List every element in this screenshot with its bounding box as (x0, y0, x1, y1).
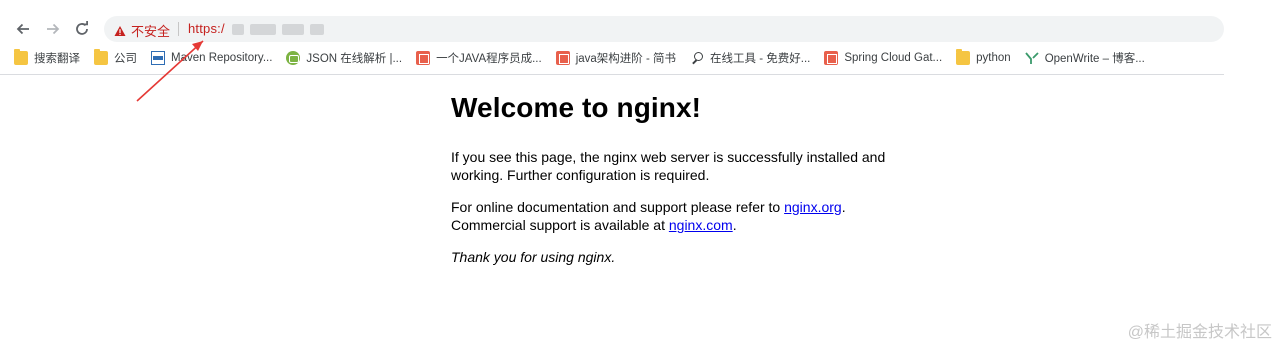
bookmark-label: 公司 (114, 53, 137, 65)
security-indicator[interactable]: 不安全 (114, 21, 170, 40)
bookmark-label: Maven Repository... (171, 52, 273, 64)
bookmark-label: 一个JAVA程序员成... (436, 53, 542, 65)
nginx-com-link[interactable]: nginx.com (669, 217, 733, 233)
bookmark-item[interactable]: 一个JAVA程序员成... (416, 48, 542, 68)
json-icon (286, 51, 301, 65)
bookmark-item[interactable]: OpenWrite – 博客... (1024, 48, 1145, 68)
back-button[interactable] (11, 17, 35, 41)
bookmarks-bar: 搜索翻译 公司 Maven Repository... JSON 在线解析 |.… (14, 48, 1159, 68)
arrow-right-icon (47, 23, 60, 35)
openwrite-icon (1024, 52, 1039, 64)
bookmark-item[interactable]: java架构进阶 - 简书 (555, 48, 677, 68)
arrow-left-icon (16, 23, 29, 35)
maven-icon (151, 51, 165, 65)
docs-text: . (841, 199, 846, 215)
redacted-url (282, 24, 304, 35)
bookmark-item[interactable]: 搜索翻译 (14, 48, 80, 68)
watermark: @稀土掘金技术社区 (1127, 324, 1272, 341)
bookmark-label: python (976, 52, 1011, 64)
docs-text: For online documentation and support ple… (451, 199, 785, 215)
bookmark-item[interactable]: python (956, 48, 1011, 68)
bookmark-label: JSON 在线解析 |... (306, 53, 403, 65)
bookmark-label: Spring Cloud Gat... (844, 52, 943, 64)
browser-chrome: 不安全 https:/ 搜索翻译 公司 Maven Repository... … (0, 0, 1224, 75)
jianshu-icon (416, 51, 431, 65)
nginx-welcome-page: Welcome to nginx! If you see this page, … (451, 92, 931, 280)
page-title: Welcome to nginx! (451, 92, 702, 123)
bookmark-label: 在线工具 - 免费好... (710, 53, 811, 65)
bookmark-item[interactable]: 在线工具 - 免费好... (690, 48, 810, 68)
bookmark-label: 搜索翻译 (34, 53, 80, 65)
bookmark-label: java架构进阶 - 简书 (575, 53, 677, 65)
bookmark-item[interactable]: Spring Cloud Gat... (824, 48, 942, 68)
jianshu-icon (555, 51, 570, 65)
reload-button[interactable] (70, 17, 94, 41)
nginx-org-link[interactable]: nginx.org (784, 199, 842, 215)
support-text: Commercial support is available at (451, 217, 669, 233)
bookmark-label: OpenWrite – 博客... (1044, 53, 1145, 65)
bookmark-item[interactable]: JSON 在线解析 |... (286, 48, 402, 68)
intro-paragraph: If you see this page, the nginx web serv… (451, 149, 886, 183)
folder-icon (94, 49, 108, 65)
thanks-text: Thank you for using nginx. (451, 248, 931, 266)
url-text: https:/ (188, 21, 225, 36)
folder-icon (14, 49, 28, 65)
security-label: 不安全 (131, 24, 171, 39)
folder-icon (956, 49, 971, 65)
bookmark-item[interactable]: Maven Repository... (151, 48, 272, 68)
bookmark-item[interactable]: 公司 (94, 48, 137, 68)
omnibox-divider (178, 22, 179, 36)
search-icon (690, 51, 704, 65)
warning-triangle-icon (114, 25, 126, 36)
address-bar[interactable]: 不安全 https:/ (104, 16, 1224, 42)
reload-icon (76, 21, 88, 35)
redacted-url (250, 24, 276, 35)
redacted-url (232, 24, 244, 35)
forward-button[interactable] (41, 17, 65, 41)
support-text: . (732, 217, 737, 233)
docs-paragraph: For online documentation and support ple… (451, 198, 931, 234)
thanks-italic: Thank you for using nginx. (451, 249, 616, 265)
jianshu-icon (824, 51, 839, 65)
redacted-url (310, 24, 324, 35)
